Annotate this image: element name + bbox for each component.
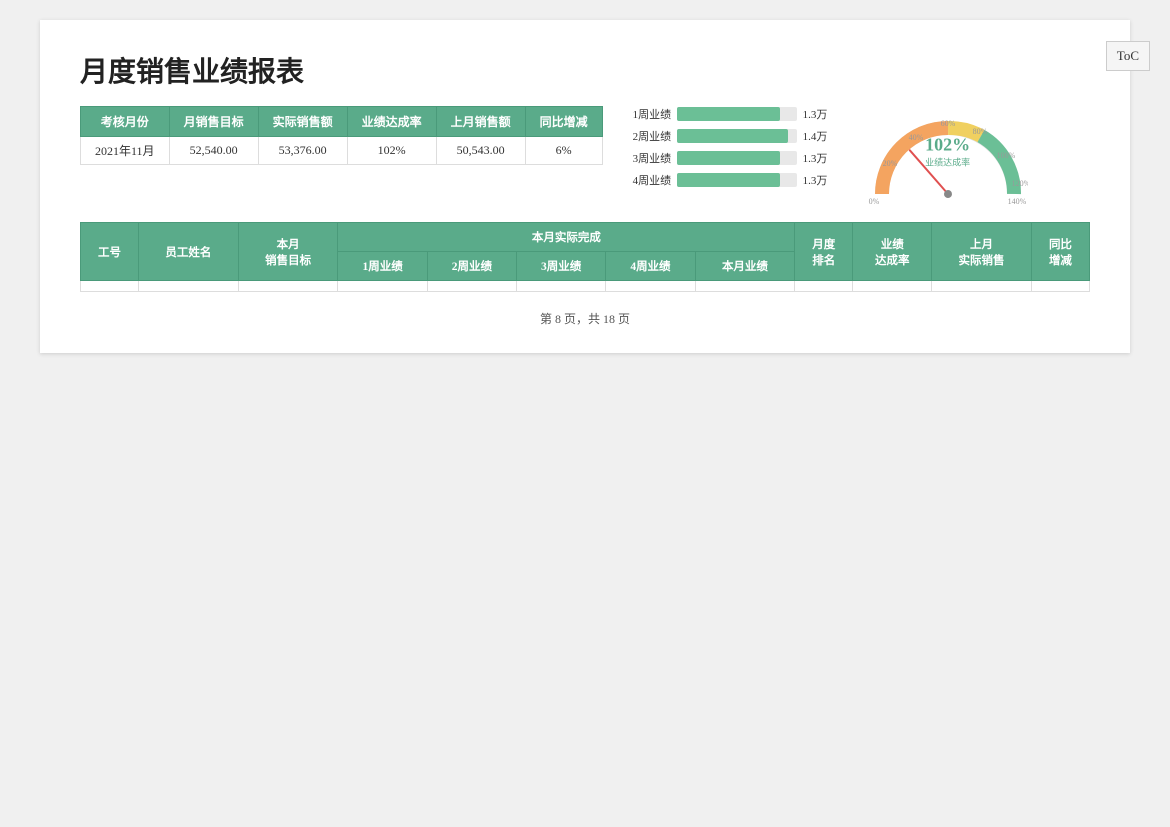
th-yoy: 同比增减 — [1031, 223, 1089, 281]
weekly-label-2: 2周业绩 — [633, 128, 671, 144]
th-w2: 2周业绩 — [427, 252, 516, 281]
gauge-center-text: 102% 业绩达成率 — [925, 136, 970, 169]
weekly-value-4: 1.3万 — [803, 172, 833, 188]
weekly-bar-1 — [677, 107, 780, 121]
weekly-value-3: 1.3万 — [803, 150, 833, 166]
weekly-bar-wrap-3 — [677, 151, 797, 165]
summary-cell-4: 50,543.00 — [436, 137, 525, 165]
gauge-label-40: 40% — [908, 133, 923, 142]
weekly-row-4: 4周业绩 1.3万 — [633, 172, 833, 188]
summary-cell-0: 2021年11月 — [81, 137, 170, 165]
gauge-label-140: 140% — [1007, 197, 1026, 206]
gauge-container: 0% 20% 40% 60% 80% 100% 120% 140% 102% 业… — [868, 106, 1028, 206]
page-title: 月度销售业绩报表 — [80, 50, 1090, 90]
weekly-bar-wrap-4 — [677, 173, 797, 187]
weekly-label-4: 4周业绩 — [633, 172, 671, 188]
summary-header-0: 考核月份 — [81, 107, 170, 137]
toc-tab[interactable]: ToC — [1106, 41, 1150, 71]
summary-header-5: 同比增减 — [525, 107, 602, 137]
gauge-subtitle: 业绩达成率 — [925, 155, 970, 168]
gauge-label-80: 80% — [972, 127, 987, 136]
th-achrate: 业绩达成率 — [853, 223, 932, 281]
weekly-chart: 1周业绩 1.3万 2周业绩 1.4万 3周业绩 1.3万 4周业绩 1.3万 — [633, 106, 833, 188]
summary-cell-1: 52,540.00 — [169, 137, 258, 165]
summary-table: 考核月份 月销售目标 实际销售额 业绩达成率 上月销售额 同比增减 2021年1… — [80, 106, 603, 165]
th-w4: 4周业绩 — [606, 252, 695, 281]
weekly-value-2: 1.4万 — [803, 128, 833, 144]
gauge-label-120: 120% — [1011, 179, 1027, 188]
weekly-bar-4 — [677, 173, 780, 187]
empty-row-1 — [81, 281, 1090, 292]
weekly-label-3: 3周业绩 — [633, 150, 671, 166]
weekly-bar-wrap-1 — [677, 107, 797, 121]
weekly-bar-3 — [677, 151, 780, 165]
summary-header-3: 业绩达成率 — [347, 107, 436, 137]
th-rank: 月度排名 — [795, 223, 853, 281]
gauge-wrap: 0% 20% 40% 60% 80% 100% 120% 140% 102% 业… — [863, 106, 1033, 206]
weekly-row-2: 2周业绩 1.4万 — [633, 128, 833, 144]
detail-table: 工号 员工姓名 本月销售目标 本月实际完成 月度排名 业绩达成率 上月实际销售 … — [80, 222, 1090, 292]
detail-table-wrap: 工号 员工姓名 本月销售目标 本月实际完成 月度排名 业绩达成率 上月实际销售 … — [80, 222, 1090, 292]
weekly-label-1: 1周业绩 — [633, 106, 671, 122]
weekly-row-3: 3周业绩 1.3万 — [633, 150, 833, 166]
weekly-value-1: 1.3万 — [803, 106, 833, 122]
summary-cell-5: 6% — [525, 137, 602, 165]
gauge-percent-value: 102% — [925, 136, 970, 156]
weekly-row-1: 1周业绩 1.3万 — [633, 106, 833, 122]
gauge-label-60: 60% — [940, 119, 955, 128]
th-monthtotal: 本月业绩 — [695, 252, 795, 281]
summary-cell-2: 53,376.00 — [258, 137, 347, 165]
weekly-bar-wrap-2 — [677, 129, 797, 143]
th-w3: 3周业绩 — [517, 252, 606, 281]
summary-header-4: 上月销售额 — [436, 107, 525, 137]
summary-cell-3: 102% — [347, 137, 436, 165]
gauge-label-0: 0% — [868, 197, 879, 206]
summary-header-1: 月销售目标 — [169, 107, 258, 137]
th-empname: 员工姓名 — [139, 223, 239, 281]
weekly-bar-2 — [677, 129, 789, 143]
page-footer: 第 8 页，共 18 页 — [80, 310, 1090, 333]
summary-section: 考核月份 月销售目标 实际销售额 业绩达成率 上月销售额 同比增减 2021年1… — [80, 106, 1090, 206]
gauge-label-100: 100% — [996, 151, 1015, 160]
th-w1: 1周业绩 — [338, 252, 427, 281]
th-empid: 工号 — [81, 223, 139, 281]
gauge-label-20: 20% — [882, 159, 897, 168]
summary-row: 2021年11月 52,540.00 53,376.00 102% 50,543… — [81, 137, 603, 165]
page-container: 月度销售业绩报表 考核月份 月销售目标 实际销售额 业绩达成率 上月销售额 同比… — [40, 20, 1130, 353]
th-monthly-actual: 本月实际完成 — [338, 223, 795, 252]
th-lastsales: 上月实际销售 — [932, 223, 1032, 281]
summary-table-wrap: 考核月份 月销售目标 实际销售额 业绩达成率 上月销售额 同比增减 2021年1… — [80, 106, 603, 165]
detail-header-group-row: 工号 员工姓名 本月销售目标 本月实际完成 月度排名 业绩达成率 上月实际销售 … — [81, 223, 1090, 252]
summary-header-2: 实际销售额 — [258, 107, 347, 137]
th-monthtarget: 本月销售目标 — [238, 223, 338, 281]
